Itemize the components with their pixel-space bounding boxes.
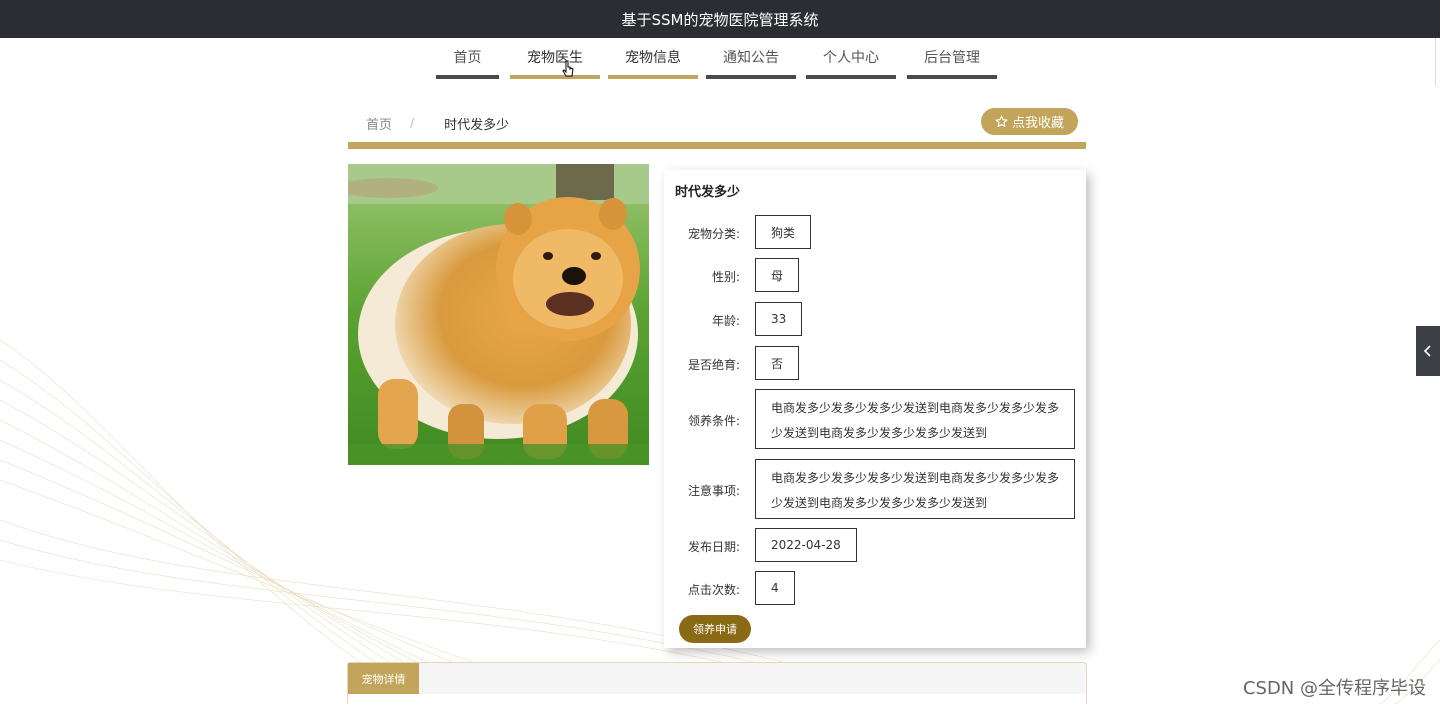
tab-pet-details[interactable]: 宠物详情 <box>348 663 419 694</box>
field-value: 电商发多少发多少发多少发送到电商发多少发多少发多少发送到电商发多少发多少发多少发… <box>755 459 1075 519</box>
field-label: 年龄: <box>711 314 740 328</box>
field-label: 性别: <box>711 270 740 284</box>
field-value: 狗类 <box>755 215 812 249</box>
field-label: 发布日期: <box>687 540 740 554</box>
field-label: 注意事项: <box>687 484 740 498</box>
field-value: 否 <box>755 346 800 380</box>
nav-item-pet-info[interactable]: 宠物信息 <box>608 38 698 79</box>
field-row-category: 宠物分类: 狗类 <box>664 215 1086 249</box>
field-value: 母 <box>755 258 800 292</box>
adopt-request-button[interactable]: 领养申请 <box>679 615 751 643</box>
breadcrumb-current: 时代发多少 <box>444 117 510 133</box>
field-row-click-count: 点击次数: 4 <box>664 571 1086 605</box>
app-header: 基于SSM的宠物医院管理系统 <box>0 0 1440 38</box>
pet-details-panel: 宠物详情 <box>347 662 1087 704</box>
watermark-text: CSDN @全传程序毕设 <box>1242 678 1426 699</box>
side-panel-toggle[interactable] <box>1416 326 1440 376</box>
field-label: 是否绝育: <box>687 358 740 372</box>
breadcrumb-home[interactable]: 首页 <box>366 114 392 133</box>
breadcrumb: 首页 / 时代发多少 点我收藏 <box>348 106 1086 140</box>
field-value: 2022-04-28 <box>755 528 857 562</box>
field-label: 领养条件: <box>687 414 740 428</box>
app-title: 基于SSM的宠物医院管理系统 <box>621 10 819 29</box>
nav-item-notices[interactable]: 通知公告 <box>706 38 796 79</box>
nav-item-pet-doctors[interactable]: 宠物医生 <box>510 38 600 79</box>
main-nav: 首页 宠物医生 宠物信息 通知公告 个人中心 后台管理 <box>0 38 1436 86</box>
pet-info-card: 时代发多少 宠物分类: 狗类 性别: 母 年龄: 33 是否绝育: 否 领养条件… <box>664 170 1086 648</box>
field-label: 宠物分类: <box>687 227 740 241</box>
favorite-button[interactable]: 点我收藏 <box>980 108 1078 135</box>
field-value: 33 <box>755 302 803 336</box>
section-divider <box>348 142 1086 149</box>
field-row-age: 年龄: 33 <box>664 302 1086 336</box>
field-row-publish-date: 发布日期: 2022-04-28 <box>664 528 1086 562</box>
pet-details-body <box>348 694 1086 704</box>
field-value: 电商发多少发多少发多少发送到电商发多少发多少发多少发送到电商发多少发多少发多少发… <box>755 389 1075 449</box>
field-row-notes: 注意事项: 电商发多少发多少发多少发送到电商发多少发多少发多少发送到电商发多少发… <box>664 459 1086 519</box>
nav-item-home[interactable]: 首页 <box>436 38 499 79</box>
favorite-button-label: 点我收藏 <box>1011 116 1064 131</box>
field-label: 点击次数: <box>687 583 740 597</box>
pet-photo <box>348 164 649 465</box>
chevron-left-icon <box>1423 345 1431 357</box>
field-row-gender: 性别: 母 <box>664 258 1086 292</box>
pet-title: 时代发多少 <box>675 185 741 200</box>
mouse-cursor-icon <box>562 60 574 77</box>
field-row-neutered: 是否绝育: 否 <box>664 346 1086 380</box>
breadcrumb-separator: / <box>410 116 415 130</box>
field-value: 4 <box>755 571 795 605</box>
star-outline-icon <box>995 115 1008 127</box>
field-row-adoption-conditions: 领养条件: 电商发多少发多少发多少发送到电商发多少发多少发多少发送到电商发多少发… <box>664 389 1086 449</box>
nav-item-personal-center[interactable]: 个人中心 <box>806 38 896 79</box>
nav-item-admin[interactable]: 后台管理 <box>907 38 997 79</box>
